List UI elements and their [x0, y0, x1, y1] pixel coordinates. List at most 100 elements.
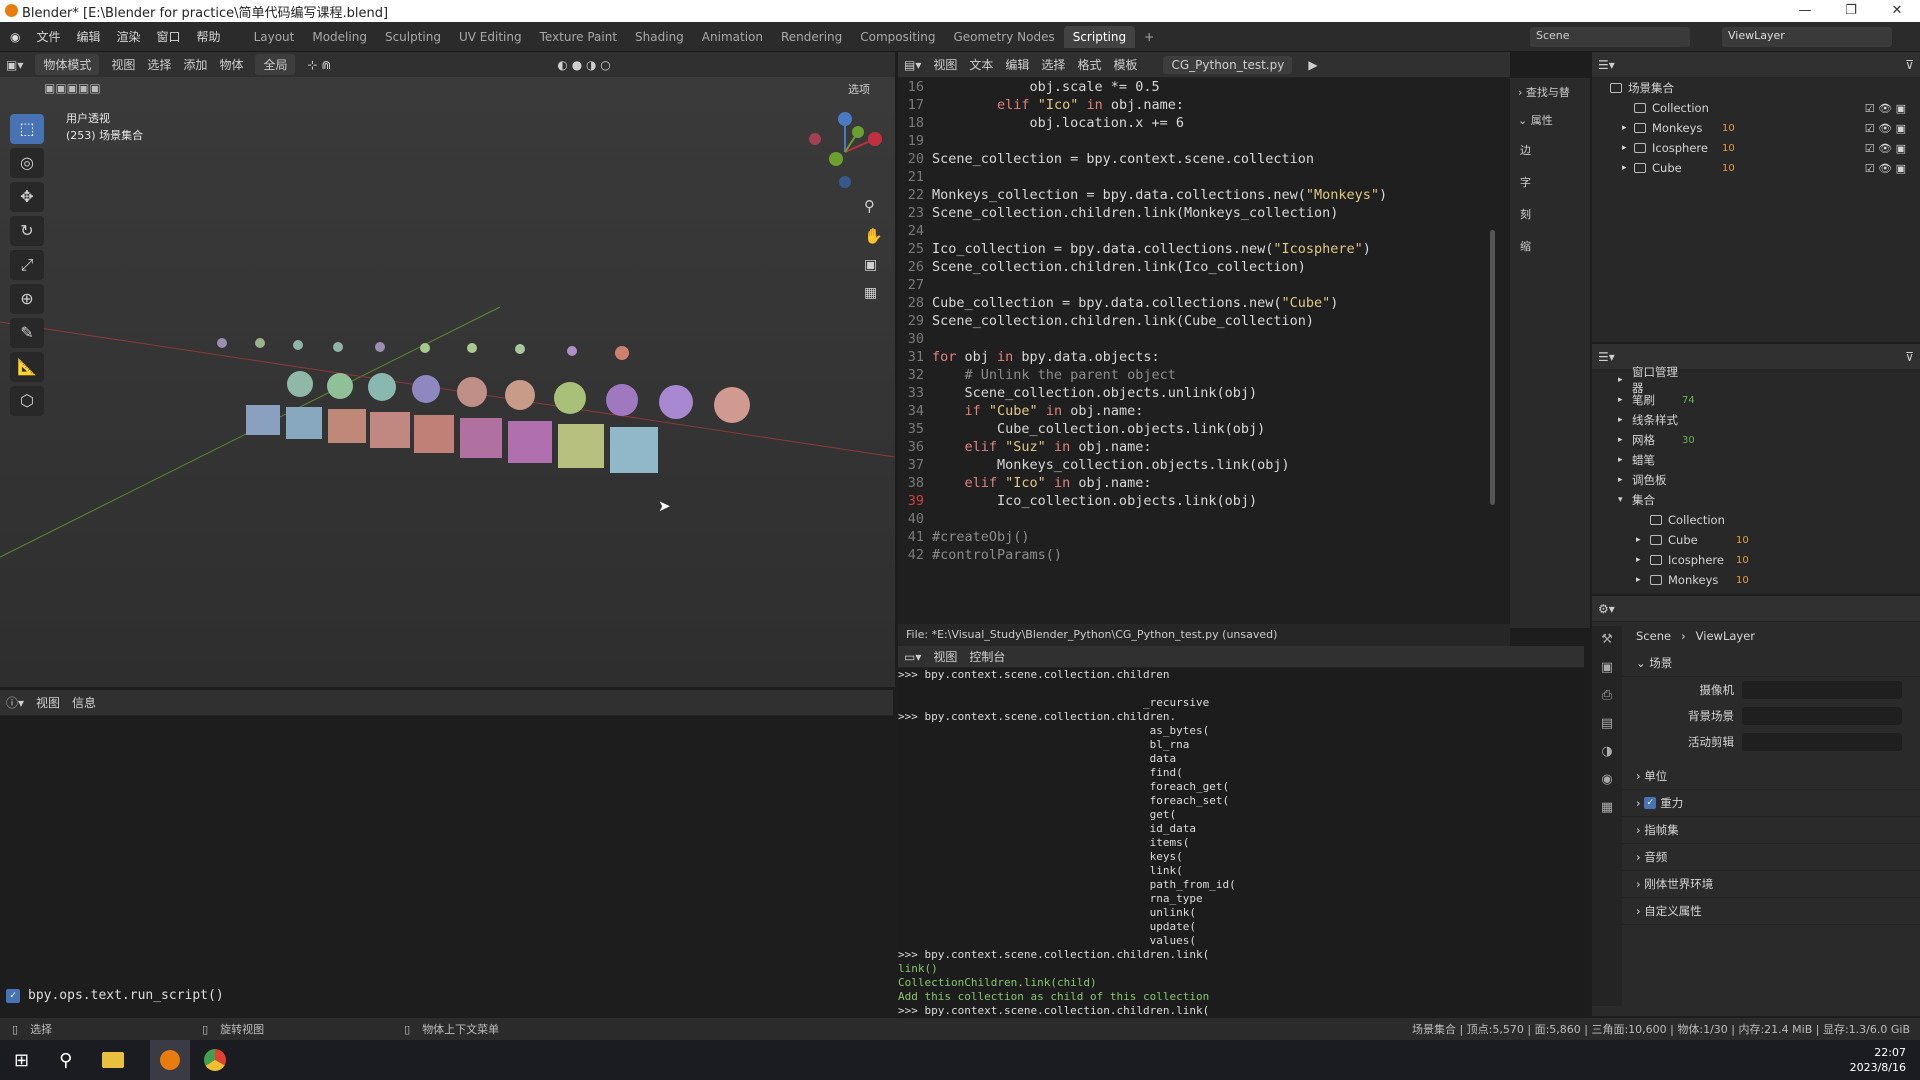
navigation-gizmo[interactable] [800, 107, 890, 197]
python-console[interactable]: >>> bpy.context.scene.collection.childre… [898, 668, 1584, 1018]
expand-arrow-icon[interactable]: ▸ [1618, 415, 1632, 425]
tab-uv-editing[interactable]: UV Editing [450, 26, 531, 48]
console-menu-console[interactable]: 控制台 [969, 648, 1005, 665]
outliner-item[interactable]: ▸ Monkeys 10 ☑ 👁 ▣ [1592, 118, 1920, 138]
code-line[interactable]: 21 [898, 168, 1498, 186]
code-area[interactable]: 16 obj.scale *= 0.5 17 elif "Ico" in obj.… [898, 78, 1498, 564]
code-line[interactable]: 38 elif "Ico" in obj.name: [898, 474, 1498, 492]
viewport-menu-select[interactable]: 选择 [147, 56, 171, 73]
orientation-selector[interactable]: 全局 [255, 54, 296, 75]
code-line[interactable]: 40 [898, 510, 1498, 528]
snap-icon[interactable]: ⊹ ⋒ [307, 58, 331, 72]
blendfile-item[interactable]: ▸ 笔刷 74 [1592, 390, 1920, 410]
checkbox-icon[interactable]: ✓ [1644, 797, 1657, 809]
tab-icons[interactable]: ⚒ ▣ ⎙ ▤ ◑ ◉ ▦ [1592, 626, 1622, 822]
code-line[interactable]: 32 # Unlink the parent object [898, 366, 1498, 384]
bg-scene-field[interactable] [1742, 707, 1902, 725]
pan-hand-icon[interactable]: ✋ [864, 227, 883, 245]
visibility-icons[interactable]: ☑ 👁 ▣ [1865, 102, 1906, 115]
code-line[interactable]: 41 #createObj() [898, 528, 1498, 546]
tab-animation[interactable]: Animation [693, 26, 772, 48]
scene-panel[interactable]: ⌄ 场景 [1592, 650, 1920, 677]
properties-panel[interactable]: › 音频 [1592, 844, 1920, 871]
tab-shading[interactable]: Shading [626, 26, 693, 48]
expand-arrow-icon[interactable]: ▸ [1636, 535, 1650, 545]
side-field-2[interactable]: 字 [1510, 166, 1590, 198]
blendfile-item[interactable]: ▾ 集合 [1592, 490, 1920, 510]
visibility-icons[interactable]: ☑ 👁 ▣ [1865, 122, 1906, 135]
outliner-filter-icon[interactable]: ⊽ [1905, 58, 1914, 72]
viewport-menu-view[interactable]: 视图 [111, 56, 135, 73]
code-line[interactable]: 30 [898, 330, 1498, 348]
close-button[interactable]: ✕ [1874, 0, 1920, 22]
properties-panel[interactable]: › 自定义属性 [1592, 898, 1920, 925]
run-script-icon[interactable]: ▶ [1308, 58, 1317, 72]
code-line[interactable]: 16 obj.scale *= 0.5 [898, 78, 1498, 96]
expand-arrow-icon[interactable]: ▸ [1618, 435, 1632, 445]
file-explorer-icon[interactable] [102, 1052, 125, 1068]
tab-scripting[interactable]: Scripting [1063, 25, 1136, 48]
text-editor-icon[interactable]: ▤▾ [904, 58, 921, 72]
properties-panel[interactable]: › 指帧集 [1592, 817, 1920, 844]
expand-arrow-icon[interactable]: ▸ [1622, 123, 1634, 133]
expand-arrow-icon[interactable]: ▸ [1618, 475, 1632, 485]
console-editor-icon[interactable]: ▭▾ [904, 650, 921, 664]
3d-viewport[interactable]: 用户透视 (253) 场景集合 选项 ▣▣▣▣▣ ⚲ ✋ ▣ ▦ ➤ [0, 77, 895, 687]
expand-arrow-icon[interactable]: ▸ [1622, 163, 1634, 173]
expand-arrow-icon[interactable]: ▾ [1618, 495, 1632, 505]
code-line[interactable]: 29 Scene_collection.children.link(Cube_co… [898, 312, 1498, 330]
menu-help[interactable]: 帮助 [197, 28, 221, 45]
code-line[interactable]: 36 elif "Suz" in obj.name: [898, 438, 1498, 456]
text-menu-edit[interactable]: 编辑 [1005, 56, 1029, 73]
blendfile-item[interactable]: ▸ 线条样式 [1592, 410, 1920, 430]
code-line[interactable]: 17 elif "Ico" in obj.name: [898, 96, 1498, 114]
expand-arrow-icon[interactable]: ▸ [1618, 455, 1632, 465]
code-line[interactable]: 19 [898, 132, 1498, 150]
blendfile-item[interactable]: ▸ 蜡笔 [1592, 450, 1920, 470]
rotate-icon[interactable]: ↻ [10, 216, 44, 246]
code-line[interactable]: 31 for obj in bpy.data.objects: [898, 348, 1498, 366]
visibility-icons[interactable]: ☑ 👁 ▣ [1865, 162, 1906, 175]
collection-item[interactable]: ▸ Monkeys 10 [1592, 570, 1920, 590]
code-line[interactable]: 23 Scene_collection.children.link(Monkeys… [898, 204, 1498, 222]
expand-arrow-icon[interactable]: ▸ [1618, 375, 1632, 385]
menu-file[interactable]: 文件 [36, 28, 60, 45]
text-menu-templates[interactable]: 模板 [1113, 56, 1137, 73]
editor-scrollbar[interactable] [1490, 230, 1495, 505]
zoom-icon[interactable]: ⚲ [864, 197, 875, 215]
blender-taskbar-icon[interactable] [150, 1040, 191, 1080]
tab-modeling[interactable]: Modeling [303, 26, 376, 48]
blendfile-filter-icon[interactable]: ⊽ [1905, 350, 1914, 364]
side-field-3[interactable]: 刻 [1510, 198, 1590, 230]
blendfile-item[interactable]: ▸ 调色板 [1592, 470, 1920, 490]
code-line[interactable]: 39 Ico_collection.objects.link(obj) [898, 492, 1498, 510]
grid-view-icon[interactable]: ▦ [864, 285, 877, 301]
camera-field[interactable] [1742, 681, 1902, 699]
code-line[interactable]: 25 Ico_collection = bpy.data.collections.… [898, 240, 1498, 258]
add-workspace-icon[interactable]: + [1135, 26, 1163, 48]
viewport-menu-object[interactable]: 物体 [219, 56, 243, 73]
side-field-1[interactable]: 边 [1510, 134, 1590, 166]
side-field-4[interactable]: 缩 [1510, 230, 1590, 262]
code-line[interactable]: 24 [898, 222, 1498, 240]
properties-panel[interactable]: › 单位 [1592, 763, 1920, 790]
camera-icon[interactable]: ▣ [864, 257, 877, 273]
blendfile-item[interactable]: ▸ 网格 30 [1592, 430, 1920, 450]
code-line[interactable]: 37 Monkeys_collection.objects.link(obj) [898, 456, 1498, 474]
visibility-icons[interactable]: ☑ 👁 ▣ [1865, 142, 1906, 155]
properties-editor-icon[interactable]: ⚙▾ [1598, 602, 1615, 616]
move-icon[interactable]: ✥ [10, 182, 44, 212]
chrome-icon[interactable] [204, 1049, 227, 1071]
menu-window[interactable]: 窗口 [157, 28, 181, 45]
blendfile-editor-icon[interactable]: ☰▾ [1598, 350, 1615, 364]
code-line[interactable]: 20 Scene_collection = bpy.context.scene.c… [898, 150, 1498, 168]
info-log-line[interactable]: ✓ bpy.ops.text.run_script() [6, 988, 224, 1003]
menu-render[interactable]: 渲染 [117, 28, 141, 45]
text-menu-format[interactable]: 格式 [1077, 56, 1101, 73]
add-cube-icon[interactable]: ⬡ [10, 386, 44, 416]
text-menu-view[interactable]: 视图 [933, 56, 957, 73]
tab-texture-paint[interactable]: Texture Paint [531, 26, 626, 48]
code-line[interactable]: 18 obj.location.x += 6 [898, 114, 1498, 132]
viewport-menu-add[interactable]: 添加 [183, 56, 207, 73]
mode-selector[interactable]: 物体模式 [35, 54, 100, 75]
